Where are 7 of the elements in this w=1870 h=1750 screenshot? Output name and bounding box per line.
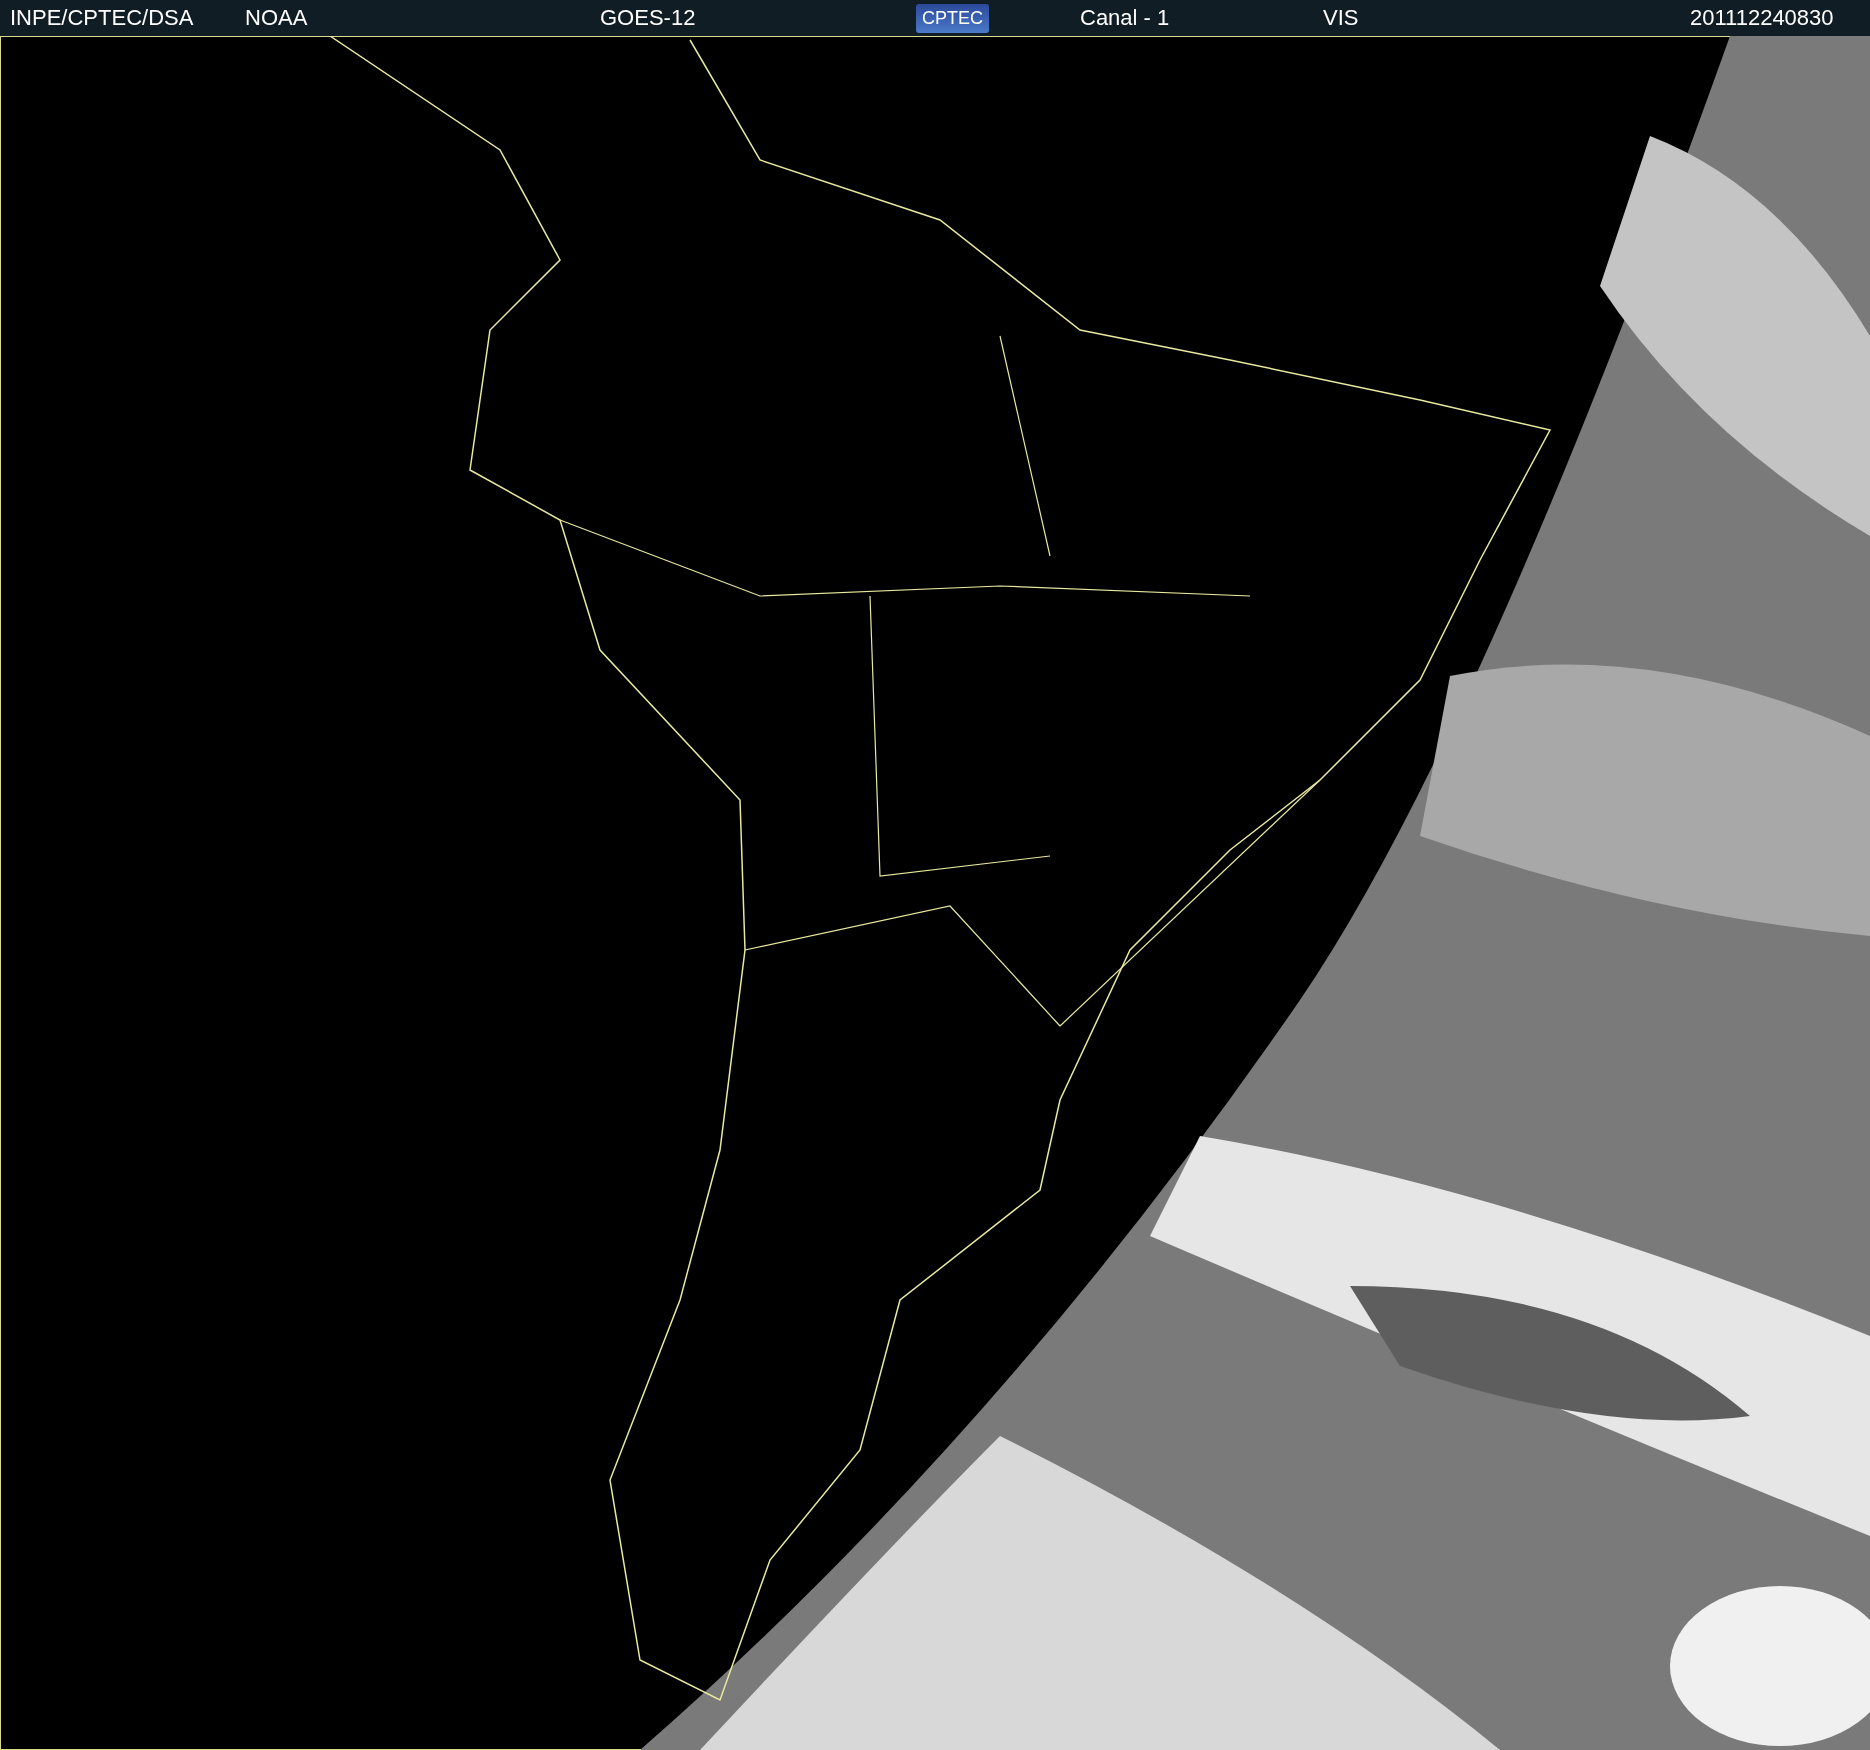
logo-badge: CPTEC	[916, 3, 989, 33]
header-label: VIS	[1323, 5, 1359, 31]
header-label: Canal - 1	[1080, 5, 1170, 31]
header-label: GOES-12	[600, 5, 696, 31]
header-label: 201112240830	[1690, 5, 1834, 31]
header-label: NOAA	[245, 5, 308, 31]
header-label: INPE/CPTEC/DSA	[10, 5, 194, 31]
